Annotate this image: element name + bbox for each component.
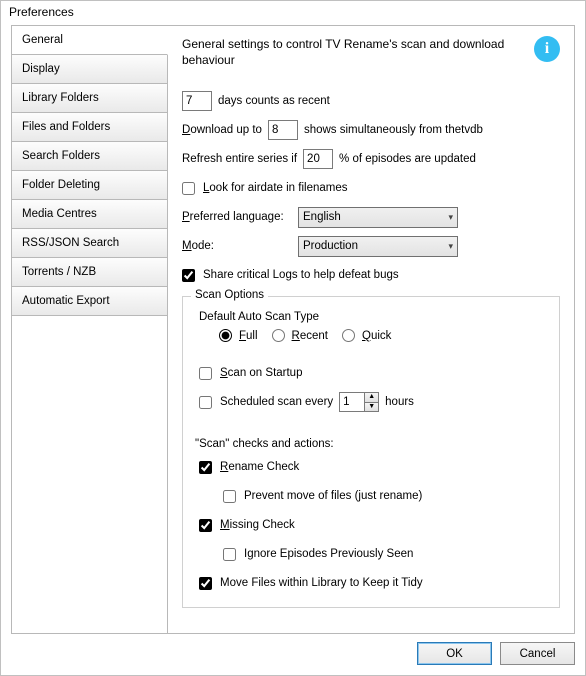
- sidebar-item-general[interactable]: General: [12, 26, 168, 55]
- mode-value: Production: [303, 240, 358, 252]
- prevent-move-checkbox[interactable]: [223, 490, 236, 503]
- checks-actions-label: "Scan" checks and actions:: [195, 438, 547, 450]
- preferences-window: Preferences General Display Library Fold…: [0, 0, 586, 676]
- scheduled-prefix: Scheduled scan every: [220, 396, 333, 408]
- sidebar-item-label: Media Centres: [22, 208, 97, 220]
- rename-check-label[interactable]: Rename Check: [199, 461, 299, 474]
- scheduled-hours-input[interactable]: [340, 393, 364, 411]
- chevron-down-icon: ▾: [448, 212, 453, 223]
- sidebar-item-automatic-export[interactable]: Automatic Export: [12, 287, 168, 316]
- cancel-button[interactable]: Cancel: [500, 642, 575, 665]
- button-bar: OK Cancel: [1, 634, 585, 675]
- recent-days-input[interactable]: [182, 91, 212, 111]
- sidebar-item-media-centres[interactable]: Media Centres: [12, 200, 168, 229]
- scan-type-quick-radio-label[interactable]: Quick: [342, 329, 391, 342]
- ignore-prev-seen-text: Ignore Episodes Previously Seen: [244, 548, 413, 560]
- description-text: General settings to control TV Rename's …: [182, 36, 560, 68]
- sidebar-filler: [12, 316, 168, 633]
- share-logs-checkbox-label[interactable]: Share critical Logs to help defeat bugs: [182, 269, 399, 282]
- mode-select[interactable]: Production ▾: [298, 236, 458, 257]
- look-airdate-checkbox[interactable]: [182, 182, 195, 195]
- scan-on-startup-checkbox[interactable]: [199, 367, 212, 380]
- scan-options-legend: Scan Options: [191, 289, 268, 301]
- scan-type-full-radio-label[interactable]: Full: [219, 329, 258, 342]
- scheduled-scan-label[interactable]: Scheduled scan every: [199, 396, 333, 409]
- sidebar-item-folder-deleting[interactable]: Folder Deleting: [12, 171, 168, 200]
- download-suffix: shows simultaneously from thetvdb: [304, 124, 483, 136]
- chevron-down-icon: ▾: [448, 241, 453, 252]
- sidebar-item-label: Library Folders: [22, 92, 99, 104]
- window-title: Preferences: [1, 1, 585, 25]
- stepper-up-icon[interactable]: ▲: [365, 393, 378, 403]
- scheduled-scan-checkbox[interactable]: [199, 396, 212, 409]
- move-tidy-text: Move Files within Library to Keep it Tid…: [220, 577, 423, 589]
- sidebar-item-rss-json-search[interactable]: RSS/JSON Search: [12, 229, 168, 258]
- sidebar-item-display[interactable]: Display: [12, 55, 168, 84]
- sidebar-item-label: Torrents / NZB: [22, 266, 96, 278]
- missing-check-checkbox[interactable]: [199, 519, 212, 532]
- scan-options-group: Scan Options Default Auto Scan Type Full…: [182, 296, 560, 608]
- sidebar-item-torrents-nzb[interactable]: Torrents / NZB: [12, 258, 168, 287]
- share-logs-checkbox[interactable]: [182, 269, 195, 282]
- sidebar-item-label: Files and Folders: [22, 121, 110, 133]
- sidebar-item-library-folders[interactable]: Library Folders: [12, 84, 168, 113]
- download-simultaneous-input[interactable]: [268, 120, 298, 140]
- default-scan-type-label: Default Auto Scan Type: [199, 311, 547, 323]
- prevent-move-text: Prevent move of files (just rename): [244, 490, 422, 502]
- refresh-suffix: % of episodes are updated: [339, 153, 476, 165]
- ok-button[interactable]: OK: [417, 642, 492, 665]
- stepper-down-icon[interactable]: ▼: [365, 403, 378, 412]
- move-tidy-checkbox[interactable]: [199, 577, 212, 590]
- refresh-prefix: Refresh entire series if: [182, 153, 297, 165]
- sidebar-item-label: RSS/JSON Search: [22, 237, 119, 249]
- sidebar-item-label: General: [22, 34, 63, 46]
- preferred-language-value: English: [303, 211, 341, 223]
- sidebar-item-files-and-folders[interactable]: Files and Folders: [12, 113, 168, 142]
- info-icon[interactable]: i: [534, 36, 560, 62]
- sidebar: General Display Library Folders Files an…: [11, 25, 168, 634]
- recent-days-suffix: days counts as recent: [218, 95, 330, 107]
- share-logs-text: Share critical Logs to help defeat bugs: [203, 269, 399, 281]
- look-airdate-checkbox-label[interactable]: Look for airdate in filenames: [182, 182, 347, 195]
- ignore-prev-seen-checkbox[interactable]: [223, 548, 236, 561]
- download-prefix-rest: ownload up to: [190, 124, 262, 136]
- scheduled-hours-stepper[interactable]: ▲ ▼: [339, 392, 379, 412]
- sidebar-item-label: Folder Deleting: [22, 179, 100, 191]
- missing-check-label[interactable]: Missing Check: [199, 519, 295, 532]
- sidebar-item-label: Search Folders: [22, 150, 100, 162]
- scheduled-suffix: hours: [385, 396, 414, 408]
- refresh-percent-input[interactable]: [303, 149, 333, 169]
- sidebar-item-label: Display: [22, 63, 60, 75]
- scan-type-recent-radio-label[interactable]: Recent: [272, 329, 328, 342]
- content-area: General Display Library Folders Files an…: [1, 25, 585, 634]
- scan-type-recent-radio[interactable]: [272, 329, 285, 342]
- scan-on-startup-label[interactable]: Scan on Startup: [199, 367, 302, 380]
- move-tidy-label[interactable]: Move Files within Library to Keep it Tid…: [199, 577, 423, 590]
- main-panel: General settings to control TV Rename's …: [168, 25, 575, 634]
- sidebar-item-label: Automatic Export: [22, 295, 110, 307]
- ignore-prev-seen-label[interactable]: Ignore Episodes Previously Seen: [223, 548, 413, 561]
- prevent-move-label[interactable]: Prevent move of files (just rename): [223, 490, 422, 503]
- scan-type-quick-radio[interactable]: [342, 329, 355, 342]
- rename-check-checkbox[interactable]: [199, 461, 212, 474]
- sidebar-item-search-folders[interactable]: Search Folders: [12, 142, 168, 171]
- preferred-language-select[interactable]: English ▾: [298, 207, 458, 228]
- scan-type-full-radio[interactable]: [219, 329, 232, 342]
